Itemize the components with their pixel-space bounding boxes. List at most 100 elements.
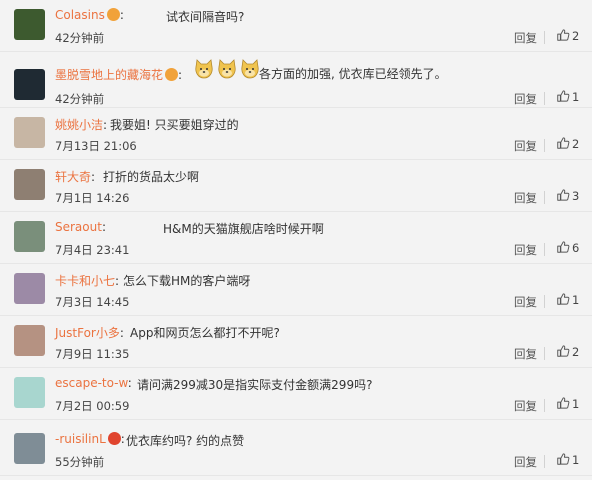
like-button[interactable]: 3: [556, 188, 579, 204]
action-divider: [544, 31, 545, 44]
user-badge-icon: [165, 68, 179, 81]
comment-text: App和网页怎么都打不开呢?: [130, 326, 280, 340]
comment-item: -ruisilinL: 优衣库约吗? 约的点赞 55分钟前 回复 1: [0, 424, 592, 476]
timestamp: 55分钟前: [55, 455, 105, 469]
action-divider: [544, 139, 545, 152]
username[interactable]: Colasins: [55, 8, 105, 22]
avatar[interactable]: [14, 433, 45, 464]
colon: :: [119, 326, 124, 340]
colon: :: [120, 432, 125, 446]
reply-button[interactable]: 回复: [514, 454, 537, 470]
like-button[interactable]: 1: [556, 452, 579, 468]
reply-button[interactable]: 回复: [514, 242, 537, 258]
row-divider: [0, 475, 592, 476]
reply-button[interactable]: 回复: [514, 91, 537, 107]
like-count: 2: [572, 29, 580, 43]
like-count: 1: [572, 293, 580, 307]
thumbs-up-icon: [556, 135, 570, 154]
timestamp: 7月3日 14:45: [55, 295, 130, 309]
avatar[interactable]: [14, 377, 45, 408]
comment-item: 轩大奇: 打折的货品太少啊 7月1日 14:26 回复 3: [0, 160, 592, 212]
like-button[interactable]: 2: [556, 344, 579, 360]
timestamp: 42分钟前: [55, 31, 105, 45]
thumbs-up-icon: [556, 239, 570, 258]
username[interactable]: JustFor小多: [55, 326, 120, 340]
colon: :: [178, 68, 183, 82]
like-count: 2: [572, 345, 580, 359]
username-line: JustFor小多:: [55, 324, 124, 341]
colon: :: [127, 376, 132, 390]
reply-button[interactable]: 回复: [514, 346, 537, 362]
like-count: 1: [572, 397, 580, 411]
username[interactable]: 卡卡和小七: [55, 274, 115, 288]
avatar[interactable]: [14, 9, 45, 40]
comment-item: 卡卡和小七: 怎么下载HM的客户端呀 7月3日 14:45 回复 1: [0, 264, 592, 316]
reply-button[interactable]: 回复: [514, 30, 537, 46]
colon: :: [101, 220, 106, 234]
action-divider: [544, 455, 545, 468]
username-line: 墨脱雪地上的藏海花:: [55, 66, 182, 83]
action-divider: [544, 191, 545, 204]
username-line: Colasins:: [55, 8, 124, 22]
reply-button[interactable]: 回复: [514, 190, 537, 206]
timestamp: 7月13日 21:06: [55, 139, 137, 153]
thumbs-up-icon: [556, 27, 570, 46]
username[interactable]: 墨脱雪地上的藏海花: [55, 68, 163, 82]
like-button[interactable]: 6: [556, 240, 579, 256]
username[interactable]: Seraout: [55, 220, 102, 234]
comment-text: 我要姐! 只买要姐穿过的: [110, 118, 239, 132]
like-count: 2: [572, 137, 580, 151]
thumbs-up-icon: [556, 88, 570, 107]
like-button[interactable]: 2: [556, 28, 579, 44]
doge-emoji-icon: [239, 58, 261, 84]
username-line: escape-to-w:: [55, 376, 132, 390]
like-count: 1: [572, 90, 580, 104]
like-count: 3: [572, 189, 580, 203]
comment-item: Colasins: 试衣间隔音吗? 42分钟前 回复 2: [0, 0, 592, 52]
username[interactable]: 姚姚小洁: [55, 118, 103, 132]
comment-text: 怎么下载HM的客户端呀: [123, 274, 251, 288]
avatar[interactable]: [14, 69, 45, 100]
action-divider: [544, 295, 545, 308]
like-button[interactable]: 2: [556, 136, 579, 152]
comment-text: 优衣库约吗? 约的点赞: [126, 434, 245, 448]
action-divider: [544, 347, 545, 360]
doge-emoji-icon: [216, 58, 238, 84]
username[interactable]: -ruisilinL: [55, 432, 106, 446]
like-button[interactable]: 1: [556, 396, 579, 412]
reply-button[interactable]: 回复: [514, 294, 537, 310]
thumbs-up-icon: [556, 395, 570, 414]
avatar[interactable]: [14, 221, 45, 252]
username-line: -ruisilinL:: [55, 432, 125, 446]
user-badge-icon: [107, 432, 121, 445]
action-divider: [544, 399, 545, 412]
colon: :: [115, 274, 120, 288]
comment-text: 各方面的加强, 优衣库已经领先了。: [259, 67, 447, 81]
username[interactable]: 轩大奇: [55, 170, 91, 184]
avatar[interactable]: [14, 273, 45, 304]
comment-item: 姚姚小洁: 我要姐! 只买要姐穿过的 7月13日 21:06 回复 2: [0, 108, 592, 160]
thumbs-up-icon: [556, 187, 570, 206]
comment-item: 墨脱雪地上的藏海花: 各方面的加强, 优衣库已经领先了。 42分钟前 回复 1: [0, 56, 592, 108]
avatar[interactable]: [14, 325, 45, 356]
comment-text: 试衣间隔音吗?: [166, 10, 245, 24]
thumbs-up-icon: [556, 291, 570, 310]
comment-item: escape-to-w: 请问满299减30是指实际支付金额满299吗? 7月2…: [0, 368, 592, 420]
like-button[interactable]: 1: [556, 89, 579, 105]
reply-button[interactable]: 回复: [514, 398, 537, 414]
reply-button[interactable]: 回复: [514, 138, 537, 154]
avatar[interactable]: [14, 117, 45, 148]
doge-emoji-icon: [193, 58, 215, 84]
action-divider: [544, 243, 545, 256]
colon: :: [119, 8, 124, 22]
comment-text: 请问满299减30是指实际支付金额满299吗?: [137, 378, 373, 392]
username-line: 轩大奇:: [55, 168, 95, 185]
username[interactable]: escape-to-w: [55, 376, 128, 390]
like-count: 6: [572, 241, 580, 255]
colon: :: [103, 118, 108, 132]
like-button[interactable]: 1: [556, 292, 579, 308]
avatar[interactable]: [14, 169, 45, 200]
user-badge-icon: [106, 8, 120, 21]
comment-item: Seraout: H&M的天猫旗舰店啥时候开啊 7月4日 23:41 回复 6: [0, 212, 592, 264]
action-divider: [544, 92, 545, 105]
